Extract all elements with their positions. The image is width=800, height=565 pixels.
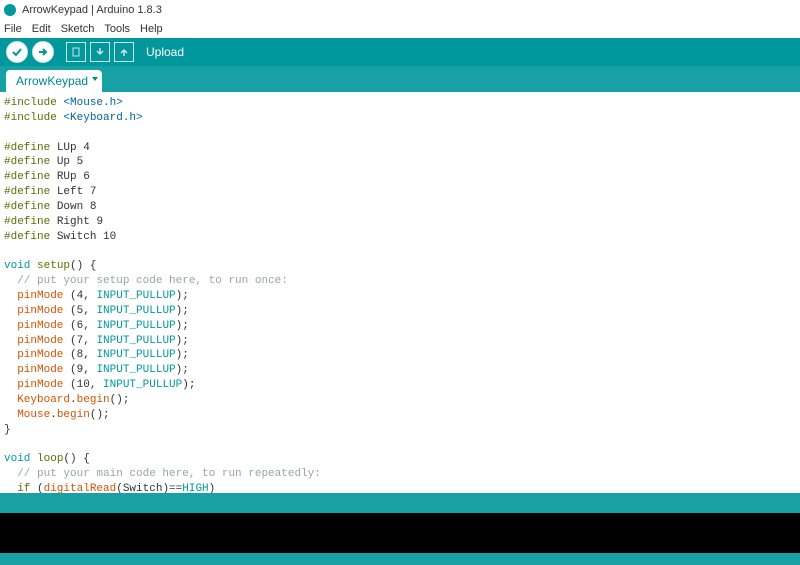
- tab-label: ArrowKeypad: [16, 74, 88, 88]
- tab-dropdown-icon[interactable]: [92, 77, 98, 81]
- console-output[interactable]: [0, 513, 800, 553]
- new-button[interactable]: [66, 42, 86, 62]
- code-editor[interactable]: #include <Mouse.h> #include <Keyboard.h>…: [0, 92, 800, 493]
- footer-bar: [0, 553, 800, 565]
- menu-sketch[interactable]: Sketch: [61, 23, 95, 35]
- menu-help[interactable]: Help: [140, 23, 163, 35]
- menu-file[interactable]: File: [4, 23, 22, 35]
- save-button[interactable]: [114, 42, 134, 62]
- toolbar-label: Upload: [146, 45, 184, 59]
- window-title: ArrowKeypad | Arduino 1.8.3: [22, 4, 162, 16]
- arduino-logo-icon: [4, 4, 16, 16]
- menu-edit[interactable]: Edit: [32, 23, 51, 35]
- upload-button[interactable]: [32, 41, 54, 63]
- tab-arrowkeypad[interactable]: ArrowKeypad: [6, 70, 102, 92]
- title-bar: ArrowKeypad | Arduino 1.8.3: [0, 0, 800, 20]
- verify-button[interactable]: [6, 41, 28, 63]
- status-bar: [0, 493, 800, 513]
- menu-bar: File Edit Sketch Tools Help: [0, 20, 800, 38]
- open-button[interactable]: [90, 42, 110, 62]
- tab-strip: ArrowKeypad: [0, 66, 800, 92]
- toolbar: Upload: [0, 38, 800, 66]
- menu-tools[interactable]: Tools: [104, 23, 130, 35]
